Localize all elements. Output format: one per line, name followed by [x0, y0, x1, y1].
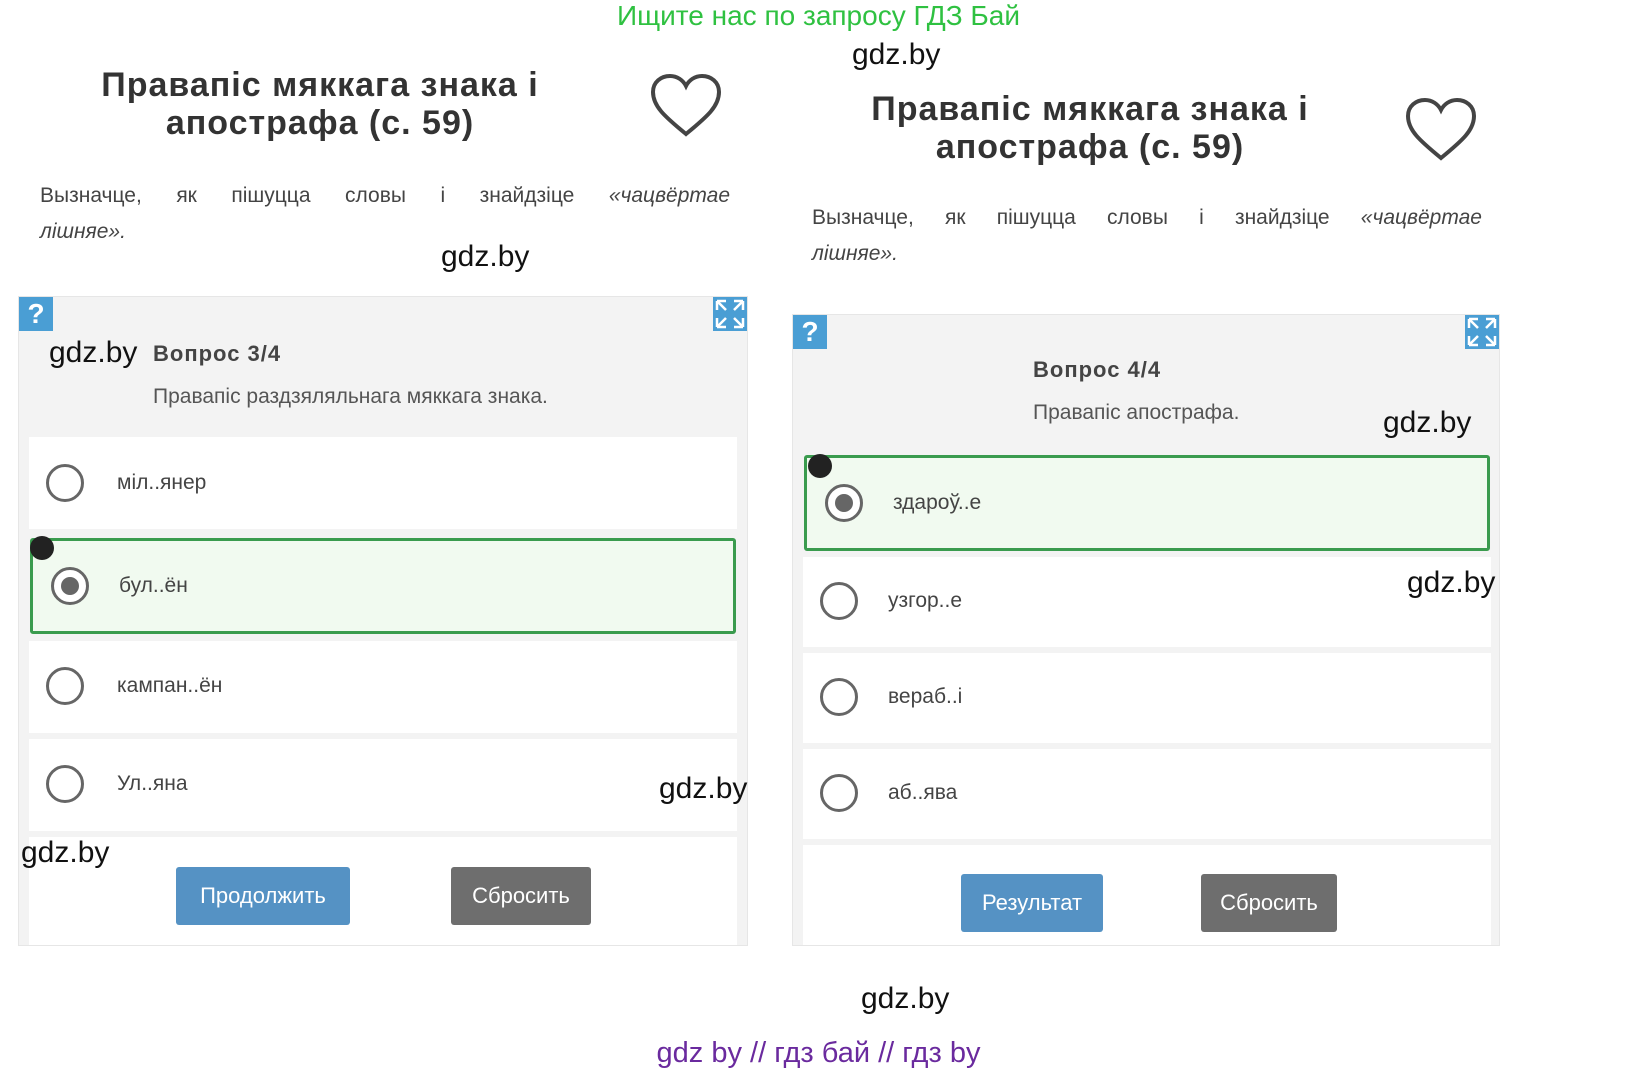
option-label: аб..ява [888, 781, 958, 804]
answer-option-selected[interactable]: бул..ён [30, 538, 736, 634]
heart-icon[interactable] [650, 74, 722, 138]
radio-button[interactable] [46, 667, 84, 705]
quiz-widget: ? Вопрос 3/4 Правапіс раздзяляльнага мяк… [18, 296, 748, 946]
watermark: gdz.by [861, 982, 950, 1015]
option-label: узгор..е [888, 589, 963, 612]
option-label: міл..янер [117, 471, 207, 494]
radio-button-checked[interactable] [51, 567, 89, 605]
question-number: Вопрос 3/4 [153, 341, 282, 366]
button-bar: Результат Сбросить [803, 845, 1491, 945]
answer-option-selected[interactable]: здароў..е [804, 455, 1490, 551]
search-banner: Ищите нас по запросу ГДЗ Бай [616, 0, 1021, 31]
instruction-text: Вызначце, як пішуцца словы і знайдзіце «… [40, 178, 730, 250]
radio-button-checked[interactable] [825, 484, 863, 522]
page-title: Правапіс мяккага знака і апострафа (с. 5… [830, 90, 1350, 166]
instruction-word: пішуцца [996, 206, 1076, 229]
radio-button[interactable] [46, 464, 84, 502]
answer-option[interactable]: міл..янер [29, 437, 737, 529]
button-bar: Продолжить Сбросить [29, 837, 737, 945]
watermark: gdz.by [441, 240, 530, 273]
radio-button[interactable] [820, 774, 858, 812]
instruction-word: знайдзіце [479, 184, 575, 207]
watermark: gdz.by [1407, 566, 1496, 599]
instruction-word: пішуцца [231, 184, 311, 207]
option-label: кампан..ён [117, 674, 223, 697]
radio-button[interactable] [46, 765, 84, 803]
title-line-2: апострафа (с. 59) [935, 128, 1245, 166]
watermark: gdz.by [49, 336, 138, 369]
answer-option[interactable]: Ул..яна [29, 739, 737, 831]
reset-button[interactable]: Сбросить [451, 867, 591, 925]
instruction-word: знайдзіце [1234, 206, 1330, 229]
instruction-italic: лішняе». [40, 220, 126, 243]
expand-icon[interactable] [1465, 315, 1499, 349]
watermark: gdz.by [659, 772, 748, 805]
radio-dot [61, 577, 79, 595]
title-line-1: Правапіс мяккага знака і [871, 90, 1309, 128]
result-button[interactable]: Результат [961, 874, 1103, 932]
instruction-word: словы [345, 184, 406, 207]
title-line-2: апострафа (с. 59) [165, 104, 475, 142]
instruction-text: Вызначце, як пішуцца словы і знайдзіце «… [812, 200, 1482, 272]
instruction-word: Вызначце, [812, 206, 914, 229]
footer-links: gdz by // гдз бай // гдз by [656, 1037, 981, 1069]
answer-option[interactable]: вераб..і [803, 653, 1491, 743]
option-label: Ул..яна [117, 772, 188, 795]
instruction-word: і [440, 184, 446, 207]
instruction-italic: лішняе». [812, 242, 898, 265]
instruction-word: як [944, 206, 966, 229]
option-label: здароў..е [893, 491, 982, 514]
instruction-italic: «чацвёртае [608, 184, 730, 207]
answer-option[interactable]: кампан..ён [29, 641, 737, 733]
question-icon[interactable]: ? [19, 297, 53, 331]
touch-indicator [808, 454, 832, 478]
question-number: Вопрос 4/4 [1033, 357, 1162, 382]
reset-button[interactable]: Сбросить [1201, 874, 1337, 932]
question-icon[interactable]: ? [793, 315, 827, 349]
answer-option[interactable]: аб..ява [803, 749, 1491, 839]
option-label: бул..ён [119, 574, 188, 597]
radio-button[interactable] [820, 582, 858, 620]
watermark: gdz.by [1383, 406, 1472, 439]
instruction-word: Вызначце, [40, 184, 142, 207]
heart-icon[interactable] [1405, 98, 1477, 162]
instruction-word: як [176, 184, 197, 207]
watermark: gdz.by [21, 836, 110, 869]
answer-option[interactable]: узгор..е [803, 557, 1491, 647]
instruction-word: і [1199, 206, 1204, 229]
radio-dot [835, 494, 853, 512]
continue-button[interactable]: Продолжить [176, 867, 350, 925]
instruction-word: словы [1107, 206, 1168, 229]
option-label: вераб..і [888, 685, 963, 708]
question-text: Правапіс раздзяляльнага мяккага знака. [153, 385, 548, 408]
page-title: Правапіс мяккага знака і апострафа (с. 5… [60, 66, 580, 142]
instruction-italic: «чацвёртае [1360, 206, 1482, 229]
touch-indicator [30, 536, 54, 560]
question-text: Правапіс апострафа. [1033, 401, 1240, 424]
radio-button[interactable] [820, 678, 858, 716]
expand-icon[interactable] [713, 297, 747, 331]
watermark: gdz.by [852, 38, 941, 71]
title-line-1: Правапіс мяккага знака і [101, 66, 539, 104]
